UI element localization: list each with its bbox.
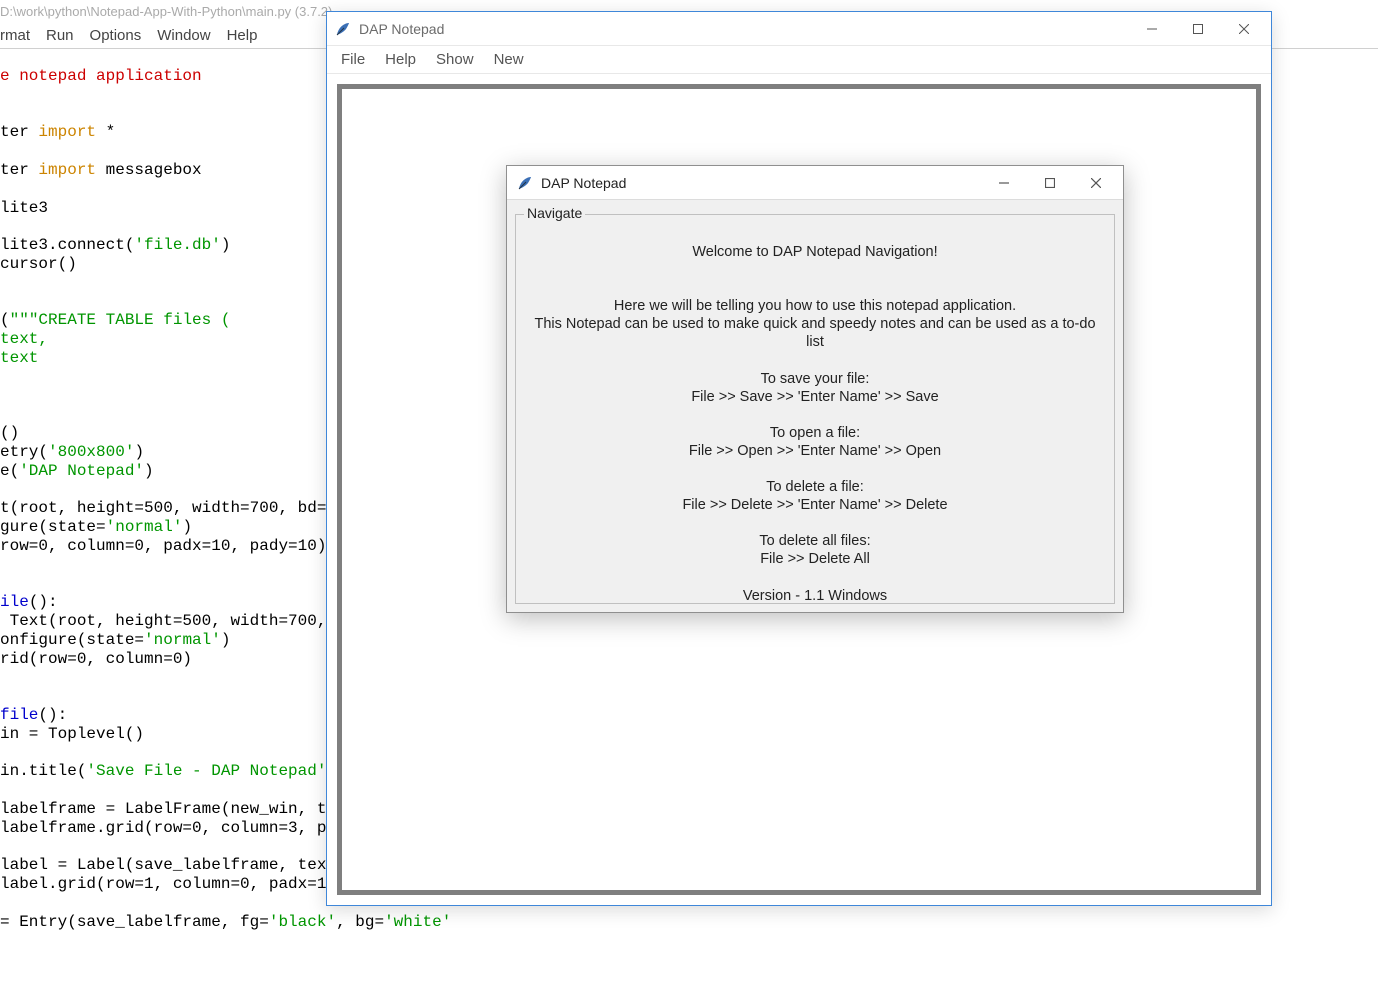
- dialog-minimize-button[interactable]: [981, 166, 1027, 199]
- code-line: lite3: [0, 199, 48, 217]
- app-menu-show[interactable]: Show: [426, 48, 484, 71]
- code-line: ter: [0, 161, 38, 179]
- nav-welcome: Welcome to DAP Notepad Navigation!: [526, 243, 1104, 261]
- code-line: Text(root, height=500, width=700,: [0, 612, 326, 630]
- dialog-titlebar[interactable]: DAP Notepad: [507, 166, 1123, 200]
- nav-open-heading: To open a file:: [526, 424, 1104, 442]
- dialog-body: Navigate Welcome to DAP Notepad Navigati…: [507, 200, 1123, 612]
- code-line: cursor(): [0, 255, 77, 273]
- navigate-labelframe: Navigate Welcome to DAP Notepad Navigati…: [515, 214, 1115, 604]
- dialog-title: DAP Notepad: [541, 175, 981, 191]
- nav-delete-heading: To delete a file:: [526, 478, 1104, 496]
- ide-menu-run[interactable]: Run: [46, 27, 74, 44]
- dialog-window-controls: [981, 166, 1119, 199]
- code-line: ile: [0, 593, 29, 611]
- code-line: label = Label(save_labelframe, text: [0, 856, 336, 874]
- ide-title-path: D:\work\python\Notepad-App-With-Python\m…: [0, 4, 332, 19]
- nav-desc: This Notepad can be used to make quick a…: [526, 315, 1104, 351]
- nav-save-path: File >> Save >> 'Enter Name' >> Save: [526, 388, 1104, 406]
- maximize-button[interactable]: [1175, 12, 1221, 45]
- app-menubar: File Help Show New: [327, 46, 1271, 74]
- code-line: labelframe = LabelFrame(new_win, te: [0, 800, 336, 818]
- ide-menu-window[interactable]: Window: [157, 27, 210, 44]
- code-line: text: [0, 349, 38, 367]
- window-controls: [1129, 12, 1267, 45]
- close-button[interactable]: [1221, 12, 1267, 45]
- code-line: e(: [0, 462, 19, 480]
- code-line: etry(: [0, 443, 48, 461]
- code-line: e notepad application: [0, 67, 202, 85]
- app-menu-help[interactable]: Help: [375, 48, 426, 71]
- code-line: row=0, column=0, padx=10, pady=10): [0, 537, 326, 555]
- app-titlebar[interactable]: DAP Notepad: [327, 12, 1271, 46]
- labelframe-legend: Navigate: [524, 205, 585, 221]
- feather-icon: [335, 21, 351, 37]
- code-line: (): [0, 424, 19, 442]
- code-line: in.title(: [0, 762, 86, 780]
- nav-version: Version - 1.1 Windows: [526, 587, 1104, 605]
- nav-save-heading: To save your file:: [526, 370, 1104, 388]
- code-line: file: [0, 706, 38, 724]
- app-menu-file[interactable]: File: [331, 48, 375, 71]
- code-line: ter: [0, 123, 38, 141]
- app-menu-new[interactable]: New: [484, 48, 534, 71]
- ide-menu-format[interactable]: rmat: [0, 27, 30, 44]
- code-line: onfigure(state=: [0, 631, 144, 649]
- nav-open-path: File >> Open >> 'Enter Name' >> Open: [526, 442, 1104, 460]
- feather-icon: [517, 175, 533, 191]
- ide-menu-help[interactable]: Help: [227, 27, 258, 44]
- code-line: (: [0, 311, 10, 329]
- dialog-maximize-button[interactable]: [1027, 166, 1073, 199]
- ide-menu-options[interactable]: Options: [90, 27, 142, 44]
- dialog-close-button[interactable]: [1073, 166, 1119, 199]
- nav-delete-path: File >> Delete >> 'Enter Name' >> Delete: [526, 496, 1104, 514]
- code-line: gure(state=: [0, 518, 106, 536]
- code-line: lite3.connect(: [0, 236, 134, 254]
- navigate-dialog: DAP Notepad Navigate Welcome to DAP Note…: [506, 165, 1124, 613]
- code-line: label.grid(row=1, column=0, padx=10: [0, 875, 336, 893]
- code-line: labelframe.grid(row=0, column=3, pa: [0, 819, 336, 837]
- code-line: t(root, height=500, width=700, bd=5: [0, 499, 336, 517]
- app-title: DAP Notepad: [359, 21, 1129, 37]
- code-line: rid(row=0, column=0): [0, 650, 192, 668]
- nav-here: Here we will be telling you how to use t…: [526, 297, 1104, 315]
- code-line: text,: [0, 330, 48, 348]
- navigate-content: Welcome to DAP Notepad Navigation! Here …: [526, 243, 1104, 605]
- code-line: = Entry(save_labelframe, fg=: [0, 913, 269, 931]
- nav-deleteall-heading: To delete all files:: [526, 532, 1104, 550]
- nav-deleteall-path: File >> Delete All: [526, 550, 1104, 568]
- code-line: in = Toplevel(): [0, 725, 144, 743]
- minimize-button[interactable]: [1129, 12, 1175, 45]
